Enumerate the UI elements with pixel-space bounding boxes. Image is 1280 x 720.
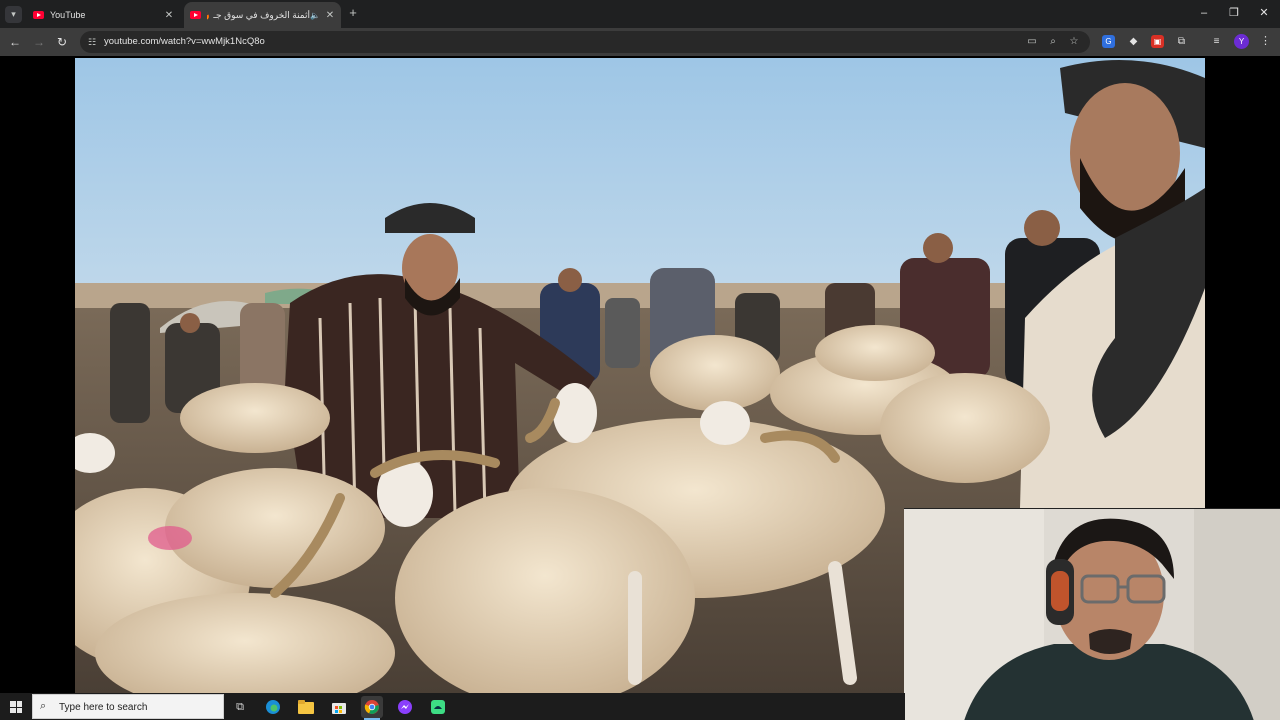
- minimize-icon[interactable]: –: [1194, 5, 1214, 21]
- back-icon[interactable]: ←: [7, 34, 23, 50]
- tab-strip: ▾ YouTube ✕ أثمنة الخروف في سوق جـ 🔥 🔈 ✕…: [0, 0, 1280, 28]
- taskbar-search-box[interactable]: ⌕ Type here to search: [32, 694, 224, 719]
- pdf-extension-icon[interactable]: ▣: [1151, 35, 1164, 48]
- tab-title: YouTube: [50, 10, 86, 20]
- address-bar[interactable]: ☷ youtube.com/watch?v=wwMjk1NcQ8o ▭ ⌕ ☆: [80, 31, 1090, 53]
- taskbar-search-placeholder: Type here to search: [59, 702, 148, 713]
- windows-start-icon[interactable]: [10, 701, 22, 713]
- restore-icon[interactable]: ❐: [1224, 5, 1244, 21]
- diamond-extension-icon[interactable]: ◆: [1127, 35, 1140, 48]
- tab-video[interactable]: أثمنة الخروف في سوق جـ 🔥 🔈 ✕: [184, 2, 341, 28]
- webcam-overlay: [904, 508, 1280, 720]
- chrome-icon[interactable]: [361, 696, 383, 720]
- webcam-person: [904, 509, 1280, 720]
- profile-avatar[interactable]: Y: [1234, 34, 1249, 49]
- translate-extension-icon[interactable]: G: [1102, 35, 1115, 48]
- forward-icon[interactable]: →: [31, 34, 47, 50]
- cast-icon[interactable]: ▭: [1026, 36, 1038, 48]
- file-explorer-icon[interactable]: [295, 696, 317, 718]
- browser-toolbar: ← → ↻ ☷ youtube.com/watch?v=wwMjk1NcQ8o …: [0, 28, 1280, 56]
- youtube-favicon-icon: [33, 11, 44, 19]
- reload-icon[interactable]: ↻: [54, 34, 70, 50]
- tab-youtube[interactable]: YouTube ✕: [27, 2, 180, 28]
- close-window-icon[interactable]: ✕: [1254, 5, 1274, 21]
- tab-close-icon[interactable]: ✕: [324, 10, 336, 21]
- task-view-icon[interactable]: ⧉: [229, 696, 251, 718]
- windows-taskbar: ⌕ Type here to search ⧉: [0, 693, 905, 720]
- bookmark-star-icon[interactable]: ☆: [1068, 36, 1080, 48]
- speaker-icon[interactable]: 🔈: [310, 11, 320, 20]
- android-studio-icon[interactable]: [427, 696, 449, 718]
- store-icon[interactable]: [328, 696, 350, 718]
- tab-search-icon[interactable]: ▾: [5, 6, 22, 23]
- media-queue-icon[interactable]: ≡: [1210, 35, 1223, 48]
- messenger-icon[interactable]: [394, 696, 416, 718]
- zoom-icon[interactable]: ⌕: [1047, 36, 1059, 48]
- url-text: youtube.com/watch?v=wwMjk1NcQ8o: [104, 36, 265, 47]
- new-tab-icon[interactable]: +: [346, 6, 360, 20]
- tab-close-icon[interactable]: ✕: [163, 10, 175, 21]
- edge-browser-icon[interactable]: [262, 696, 284, 718]
- menu-kebab-icon[interactable]: ⋮: [1259, 35, 1272, 48]
- tab-title: أثمنة الخروف في سوق جـ 🔥: [207, 9, 311, 20]
- extensions-puzzle-icon[interactable]: ⧉: [1175, 35, 1188, 48]
- search-icon: ⌕: [40, 700, 47, 712]
- site-info-icon[interactable]: ☷: [86, 36, 98, 48]
- youtube-favicon-icon: [190, 11, 201, 19]
